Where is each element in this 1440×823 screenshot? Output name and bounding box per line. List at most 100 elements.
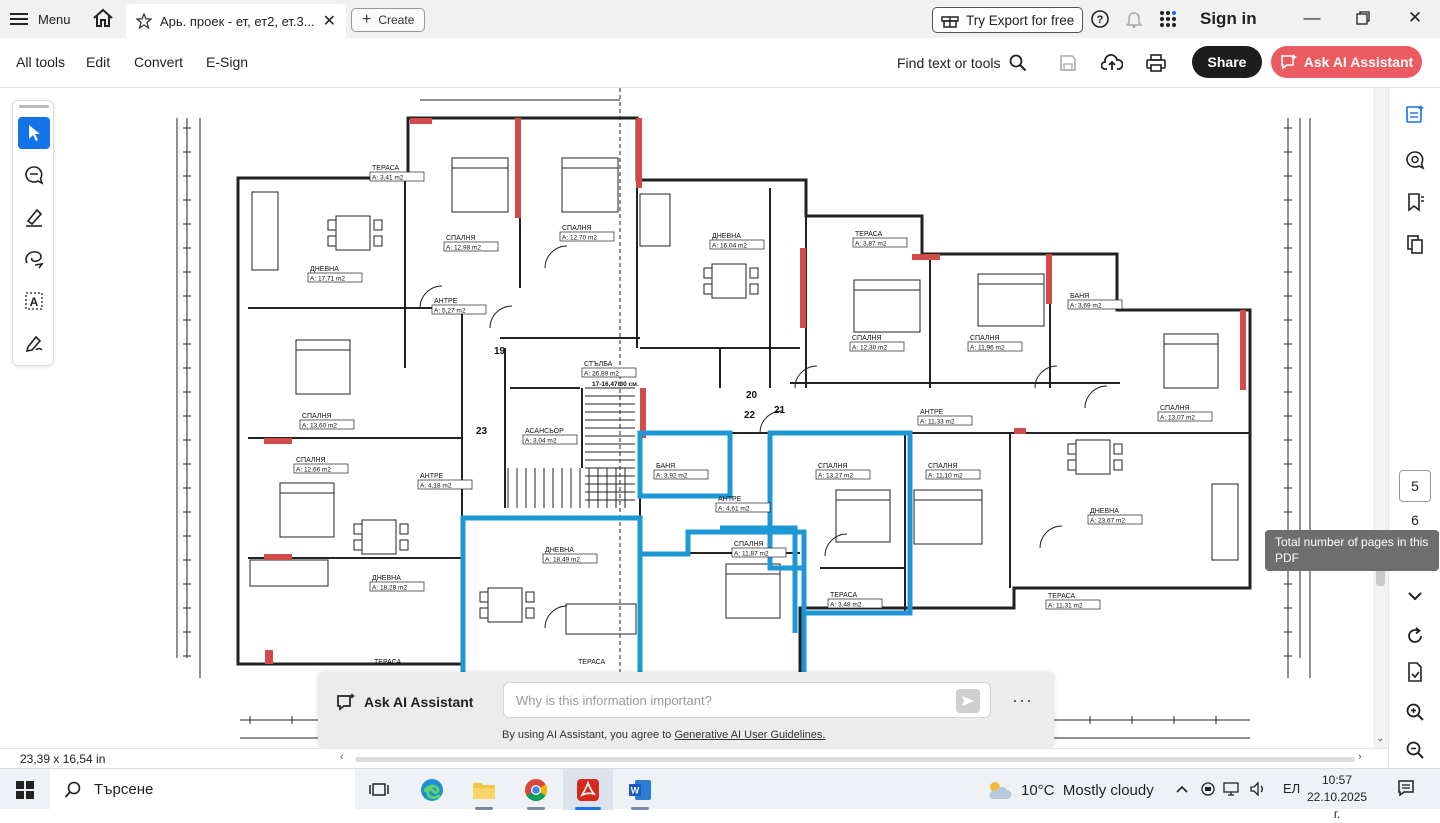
vertical-scrollbar[interactable]: ⌄ <box>1373 88 1388 748</box>
apps-grid-icon[interactable] <box>1158 9 1178 29</box>
room-name-label: АНТРЕ <box>434 298 458 305</box>
home-icon[interactable] <box>92 8 116 30</box>
share-button[interactable]: Share <box>1192 46 1262 78</box>
gift-icon <box>941 16 959 28</box>
weather-widget[interactable]: 10°C Mostly cloudy <box>985 779 1154 801</box>
sign-pen-icon[interactable] <box>18 327 50 359</box>
close-window-icon[interactable]: ✕ <box>1405 8 1425 28</box>
task-view-icon[interactable] <box>358 775 400 805</box>
upload-cloud-icon[interactable] <box>1101 52 1123 74</box>
input-language[interactable]: ЕЛ <box>1283 781 1300 796</box>
system-clock[interactable]: 10:57 22.10.2025 г. <box>1307 772 1367 823</box>
document-tab[interactable]: Арь. проек - ет, ет2, ет.3... ✕ <box>126 4 346 38</box>
save-icon[interactable] <box>1057 52 1079 74</box>
room-name-label: СПАЛНЯ <box>734 541 764 548</box>
menu-esign[interactable]: E-Sign <box>206 54 248 70</box>
bookmarks-icon[interactable] <box>1403 190 1427 214</box>
close-tab-icon[interactable]: ✕ <box>323 11 336 31</box>
acrobat-reader-icon[interactable] <box>567 775 609 805</box>
bell-icon[interactable] <box>1124 9 1144 29</box>
chrome-browser-icon[interactable] <box>515 775 557 805</box>
ai-summary-icon[interactable] <box>1403 102 1427 126</box>
room-area-label: A: 26,89 m2 <box>584 371 619 378</box>
room-name-label: ТЕРАСА <box>855 231 883 238</box>
restore-icon[interactable] <box>1353 8 1373 28</box>
zoom-in-icon[interactable] <box>1403 700 1427 724</box>
sign-in-link[interactable]: Sign in <box>1200 9 1257 29</box>
comments-icon[interactable] <box>1403 148 1427 172</box>
room-name-label: ДНЕВНА <box>712 233 741 240</box>
room-name-label: ТЕРАСА <box>1048 593 1076 600</box>
send-arrow-icon[interactable] <box>956 689 980 713</box>
windows-start-icon[interactable] <box>4 775 46 805</box>
scroll-right-arrow[interactable]: › <box>1358 751 1362 763</box>
drag-handle[interactable] <box>19 105 49 108</box>
ai-question-input[interactable]: Why is this information important? <box>503 682 991 718</box>
horizontal-scroll-thumb[interactable] <box>355 757 1355 762</box>
room-area-label: A: 11,87 m2 <box>734 551 769 558</box>
notifications-icon[interactable] <box>1397 779 1415 797</box>
rotate-icon[interactable] <box>1403 624 1427 648</box>
ai-guidelines-link[interactable]: Generative AI User Guidelines. <box>674 729 825 741</box>
room-name-label: АСАНСЬОР <box>525 428 564 435</box>
volume-icon[interactable] <box>1249 780 1267 798</box>
chevron-up-icon[interactable] <box>1173 780 1191 798</box>
windows-taskbar: Търсене W 10°C Mostly cloudy ЕЛ 10:57 22… <box>0 768 1440 821</box>
pages-thumbnails-icon[interactable] <box>1403 232 1427 256</box>
chair <box>1113 459 1123 471</box>
star-icon[interactable] <box>136 13 152 29</box>
sofa <box>565 603 637 635</box>
print-icon[interactable] <box>1145 52 1167 74</box>
scroll-down-arrow[interactable]: ⌄ <box>1376 733 1384 744</box>
red-wall-segment <box>1240 310 1246 390</box>
document-viewport[interactable]: ТЕРАСА A: 3,41 m2 ДНЕВНА A: 17,71 m2 СПАЛНЯ A… <box>0 88 1388 748</box>
page-file-icon[interactable] <box>1403 660 1427 684</box>
door-swing <box>489 305 513 329</box>
minimize-icon[interactable]: — <box>1302 8 1322 28</box>
chair <box>525 607 535 619</box>
room-area-label: A: 12,66 m2 <box>296 467 331 474</box>
dining-table <box>711 263 747 299</box>
room-name-label: СПАЛНЯ <box>928 463 958 470</box>
scroll-left-arrow[interactable]: ‹ <box>340 751 344 763</box>
svg-text:?: ? <box>1097 14 1104 26</box>
meet-now-icon[interactable] <box>1199 780 1217 798</box>
room-area-label: A: 3,41 m2 <box>372 175 404 182</box>
sofa <box>639 193 671 247</box>
menu-convert[interactable]: Convert <box>134 54 183 70</box>
menu-edit[interactable]: Edit <box>86 54 110 70</box>
export-label: Try Export for free <box>966 12 1075 28</box>
svg-text:W: W <box>631 786 640 796</box>
chair <box>353 523 363 535</box>
menu-all-tools[interactable]: All tools <box>16 54 65 70</box>
taskbar-search-box[interactable]: Търсене <box>50 769 355 810</box>
word-app-icon[interactable]: W <box>619 775 661 805</box>
more-options-icon[interactable]: ··· <box>1012 690 1033 711</box>
highlight-pen-icon[interactable] <box>18 201 50 233</box>
bed <box>279 482 335 538</box>
zoom-out-icon[interactable] <box>1403 738 1427 762</box>
current-page-input[interactable]: 5 <box>1399 470 1431 502</box>
room-area-label: A: 3,04 m2 <box>525 438 557 445</box>
stair-step-number: 19 <box>494 346 506 357</box>
total-pages-tooltip: Total number of pages in this PDF <box>1265 530 1439 571</box>
room-name-label: СПАЛНЯ <box>296 457 326 464</box>
network-icon[interactable] <box>1223 780 1241 798</box>
try-export-button[interactable]: Try Export for free <box>932 7 1084 33</box>
help-icon[interactable]: ? <box>1090 9 1110 29</box>
ask-ai-assistant-button[interactable]: Ask AI Assistant <box>1271 46 1422 78</box>
create-button[interactable]: + Create <box>351 8 426 32</box>
horizontal-scrollbar[interactable] <box>355 754 1365 765</box>
edge-browser-icon[interactable] <box>411 775 453 805</box>
draw-freehand-icon[interactable] <box>18 243 50 275</box>
add-text-icon[interactable]: A <box>18 285 50 317</box>
menu-button[interactable]: Menu <box>10 8 71 30</box>
chair <box>479 591 489 603</box>
find-text-or-tools[interactable]: Find text or tools <box>897 54 1027 72</box>
chevron-down-icon[interactable] <box>1403 584 1427 608</box>
add-comment-icon[interactable] <box>18 159 50 191</box>
create-label: Create <box>378 13 415 27</box>
file-explorer-icon[interactable] <box>463 775 505 805</box>
select-cursor-icon[interactable] <box>18 117 50 149</box>
room-name-label: СПАЛНЯ <box>302 413 332 420</box>
